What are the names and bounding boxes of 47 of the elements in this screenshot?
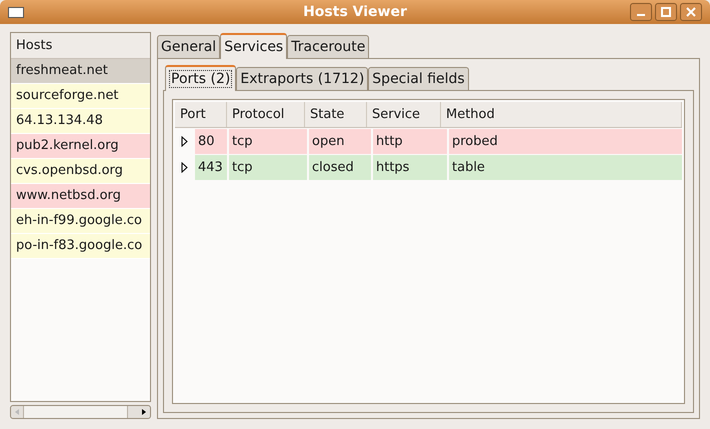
table-cell: open bbox=[309, 129, 371, 154]
tab[interactable]: Traceroute bbox=[287, 35, 370, 58]
column-header[interactable]: Service bbox=[367, 102, 441, 127]
host-name: www.netbsd.org bbox=[16, 187, 121, 206]
column-header[interactable]: Port bbox=[175, 102, 227, 127]
host-item[interactable]: po-in-f83.google.co bbox=[11, 234, 150, 259]
tab[interactable]: Services bbox=[220, 33, 288, 59]
table-cell: https bbox=[373, 155, 447, 180]
host-item[interactable]: freshmeat.net bbox=[11, 59, 150, 84]
horizontal-scrollbar[interactable] bbox=[10, 405, 151, 419]
expander-icon[interactable] bbox=[181, 162, 188, 173]
window-title: Hosts Viewer bbox=[303, 2, 407, 22]
host-name: cvs.openbsd.org bbox=[16, 162, 123, 180]
host-item[interactable]: sourceforge.net bbox=[11, 84, 150, 109]
table-cell: tcp bbox=[229, 155, 307, 180]
table-cell: tcp bbox=[229, 129, 307, 154]
window-menu-icon[interactable] bbox=[8, 6, 24, 18]
host-name: 64.13.134.48 bbox=[16, 112, 103, 130]
host-name: pub2.kernel.org bbox=[16, 137, 119, 156]
column-header[interactable]: Method bbox=[441, 102, 682, 127]
host-name: eh-in-f99.google.co bbox=[16, 212, 142, 230]
host-item[interactable]: 64.13.134.48 bbox=[11, 109, 150, 134]
table-cell: table bbox=[449, 155, 682, 180]
table-cell: probed bbox=[449, 129, 682, 154]
tab[interactable]: Extraports (1712) bbox=[236, 67, 368, 90]
column-header[interactable]: Hosts bbox=[11, 33, 150, 59]
scroll-thumb[interactable] bbox=[23, 406, 128, 418]
host-item[interactable]: cvs.openbsd.org bbox=[11, 159, 150, 184]
expander-icon[interactable] bbox=[181, 136, 188, 147]
table-cell: 80 bbox=[195, 129, 227, 154]
host-item[interactable]: www.netbsd.org bbox=[11, 184, 150, 209]
table-cell: closed bbox=[309, 155, 371, 180]
host-name: po-in-f83.google.co bbox=[16, 237, 142, 256]
host-item[interactable]: pub2.kernel.org bbox=[11, 134, 150, 159]
maximize-icon[interactable] bbox=[655, 3, 677, 21]
host-name: freshmeat.net bbox=[16, 62, 108, 80]
column-header[interactable]: State bbox=[305, 102, 367, 127]
table-cell: http bbox=[373, 129, 447, 154]
tab[interactable]: Special fields bbox=[368, 67, 469, 90]
column-header[interactable]: Protocol bbox=[227, 102, 305, 127]
table-cell: 443 bbox=[195, 155, 227, 180]
close-icon[interactable] bbox=[680, 3, 702, 21]
tab[interactable]: General bbox=[157, 35, 220, 58]
tab[interactable]: Ports (2) bbox=[165, 65, 236, 91]
host-item[interactable]: eh-in-f99.google.co bbox=[11, 209, 150, 234]
minimize-icon[interactable] bbox=[630, 3, 652, 21]
host-name: sourceforge.net bbox=[16, 87, 119, 106]
